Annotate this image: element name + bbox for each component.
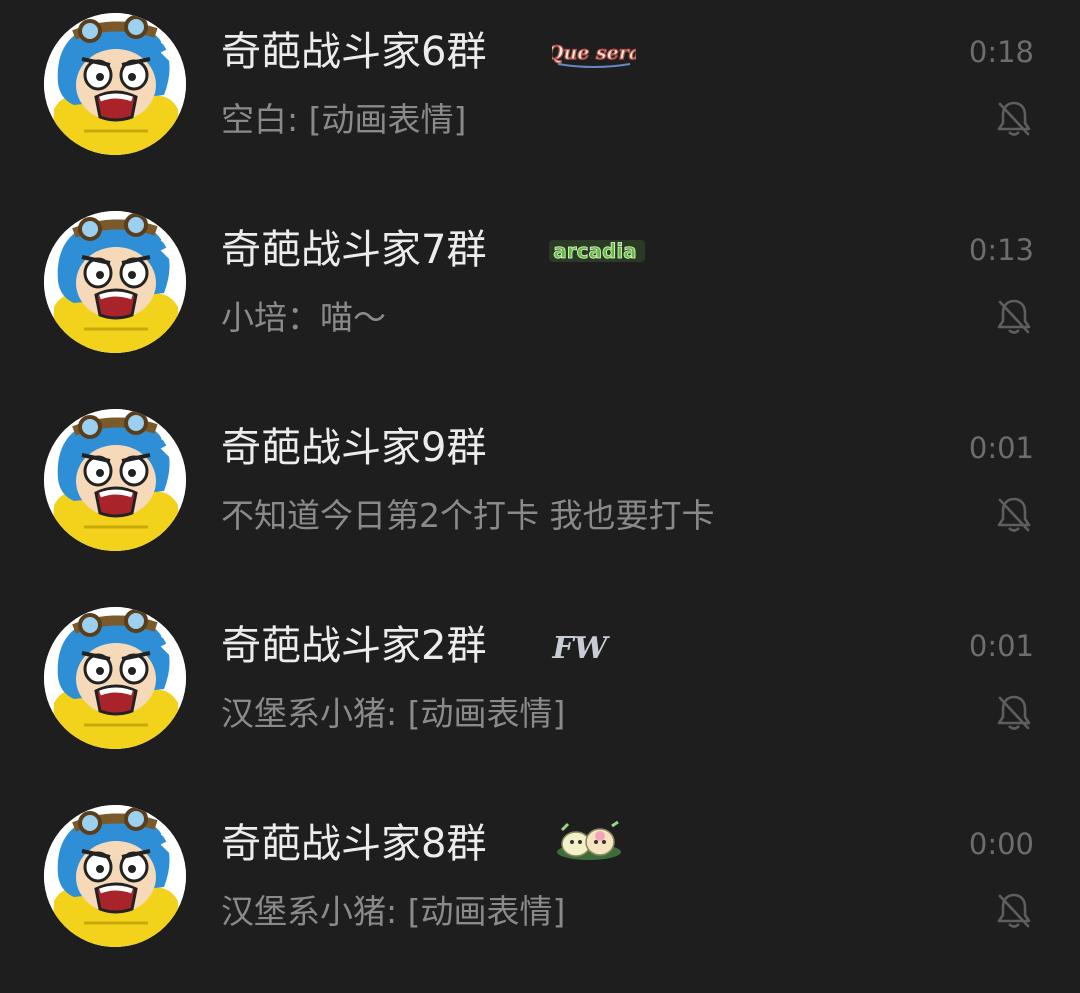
chat-title: 奇葩战斗家7群 (221, 227, 487, 273)
chat-title: 奇葩战斗家2群 (221, 623, 487, 669)
avatar[interactable] (44, 13, 186, 155)
arcadia-badge-icon: arcadia (547, 234, 647, 268)
chat-list: 奇葩战斗家6群 Que sera 空白: [动画表情] 0:18 奇葩战斗家7群… (0, 0, 1080, 993)
last-message-preview: 小培：喵～ (221, 298, 386, 337)
timestamp: 0:18 (968, 35, 1034, 69)
chat-row[interactable]: 奇葩战斗家7群 arcadia 小培：喵～ 0:13 (0, 198, 1080, 396)
last-message-preview: 不知道今日第2个打卡 我也要打卡 (221, 496, 715, 535)
fw-badge-icon: FW (550, 630, 614, 664)
cartoon-face-avatar-icon (44, 13, 186, 155)
chat-title: 奇葩战斗家8群 (221, 821, 487, 867)
bell-slash-icon (997, 298, 1031, 336)
bell-slash-icon (997, 892, 1031, 930)
badge-text: arcadia (553, 239, 636, 263)
timestamp: 0:13 (968, 233, 1034, 267)
last-message-preview: 空白: [动画表情] (221, 100, 467, 139)
last-message-preview: 汉堡系小猪: [动画表情] (221, 694, 566, 733)
avatar[interactable] (44, 607, 186, 749)
last-message-preview: 汉堡系小猪: [动画表情] (221, 892, 566, 931)
cartoon-face-avatar-icon (44, 805, 186, 947)
timestamp: 0:00 (968, 827, 1034, 861)
cartoon-face-avatar-icon (44, 607, 186, 749)
avatar[interactable] (44, 211, 186, 353)
chat-row[interactable]: 奇葩战斗家8群 汉堡系小猪: [动画表情] 0:00 (0, 792, 1080, 990)
chat-title: 奇葩战斗家9群 (221, 425, 487, 471)
cartoon-face-avatar-icon (44, 409, 186, 551)
avatar[interactable] (44, 409, 186, 551)
que-sera-badge-icon: Que sera (552, 36, 636, 70)
cartoon-face-avatar-icon (44, 211, 186, 353)
chat-row[interactable]: 奇葩战斗家2群 FW 汉堡系小猪: [动画表情] 0:01 (0, 594, 1080, 792)
bell-slash-icon (997, 694, 1031, 732)
bell-slash-icon (997, 496, 1031, 534)
timestamp: 0:01 (968, 431, 1034, 465)
badge-text: FW (552, 631, 611, 664)
badge-text: Que sera (552, 42, 636, 64)
timestamp: 0:01 (968, 629, 1034, 663)
chat-title: 奇葩战斗家6群 (221, 29, 487, 75)
avatar[interactable] (44, 805, 186, 947)
bell-slash-icon (997, 100, 1031, 138)
chat-row[interactable]: 奇葩战斗家6群 Que sera 空白: [动画表情] 0:18 (0, 0, 1080, 198)
chat-row[interactable]: 奇葩战斗家9群 不知道今日第2个打卡 我也要打卡 0:01 (0, 396, 1080, 594)
dumplings-sticker-icon (554, 820, 624, 864)
